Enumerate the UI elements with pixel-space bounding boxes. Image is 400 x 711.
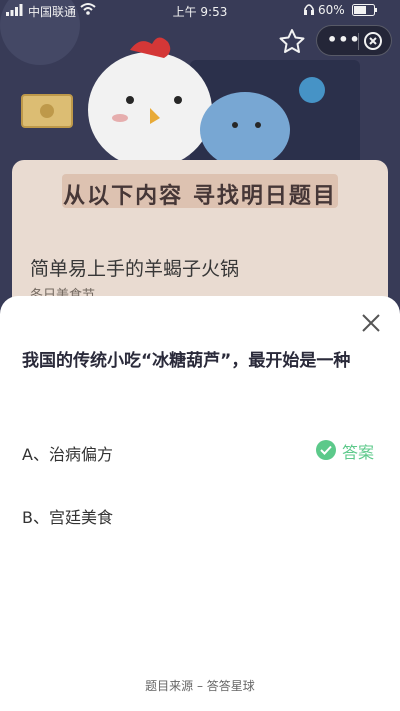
answer-label: 答案	[342, 443, 375, 462]
question-sheet: 我国的传统小吃“冰糖葫芦”，最开始是一种 A、治病偏方 答案 B、宫廷美食 题目…	[0, 296, 400, 711]
option-a[interactable]: A、治病偏方	[22, 441, 113, 465]
check-icon	[316, 440, 336, 460]
close-icon[interactable]	[360, 312, 382, 334]
option-b[interactable]: B、宫廷美食	[22, 504, 113, 528]
question-source: 题目来源 – 答答星球	[145, 679, 255, 693]
question-text: 我国的传统小吃“冰糖葫芦”，最开始是一种	[22, 351, 351, 371]
